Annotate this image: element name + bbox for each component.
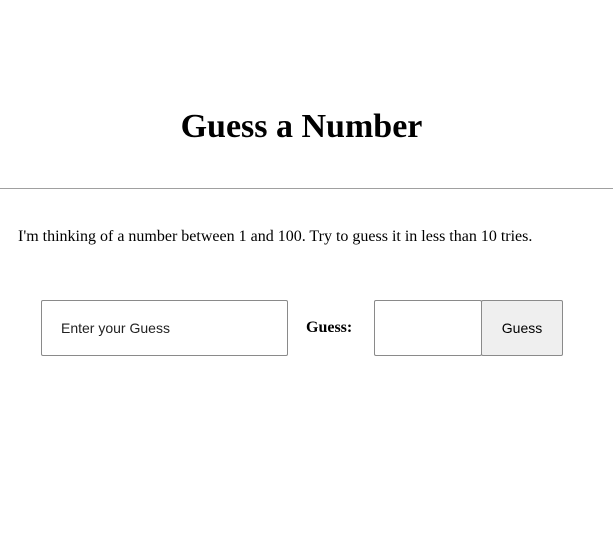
guess-text-input[interactable] (41, 300, 288, 356)
page-title: Guess a Number (180, 108, 423, 145)
guess-label: Guess: (306, 319, 353, 336)
instructions-text: I'm thinking of a number between 1 and 1… (18, 228, 533, 245)
guess-game-page: Guess a Number I'm thinking of a number … (0, 0, 613, 558)
title-divider (0, 188, 613, 189)
guess-number-input[interactable] (374, 300, 482, 356)
guess-button[interactable]: Guess (481, 300, 563, 356)
